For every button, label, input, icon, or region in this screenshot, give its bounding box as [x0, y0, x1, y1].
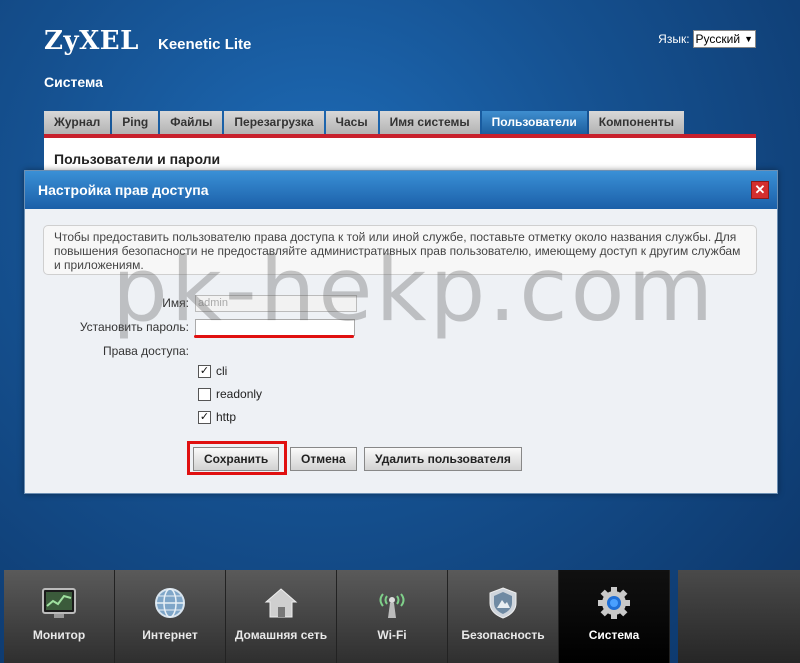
permission-row-readonly: readonly	[198, 387, 262, 401]
section-title: Система	[44, 74, 103, 90]
readonly-checkbox[interactable]	[198, 387, 211, 401]
dialog-title: Настройка прав доступа	[38, 182, 209, 198]
nav-wifi[interactable]: Wi-Fi	[337, 570, 448, 663]
globe-icon	[155, 588, 185, 618]
home-icon	[264, 588, 298, 618]
monitor-icon	[42, 588, 76, 618]
nav-monitor[interactable]: Монитор	[4, 570, 115, 663]
nav-system-label: Система	[588, 628, 640, 642]
language-switcher: Язык: Русский ▼	[658, 30, 756, 48]
delete-user-button[interactable]: Удалить пользователя	[364, 447, 522, 471]
shield-icon	[489, 587, 517, 619]
permission-row-http: ✓ http	[198, 410, 236, 424]
tab-log[interactable]: Журнал	[44, 111, 111, 134]
nav-system[interactable]: Система	[559, 570, 670, 663]
gear-icon	[598, 587, 630, 619]
username-field[interactable]: admin	[195, 295, 357, 312]
info-message: Чтобы предоставить пользователю права до…	[43, 225, 757, 275]
name-label: Имя:	[162, 296, 189, 310]
language-label: Язык:	[658, 32, 690, 46]
close-icon[interactable]: ✕	[751, 181, 769, 199]
tab-ping[interactable]: Ping	[112, 111, 159, 134]
nav-wifi-label: Wi-Fi	[377, 628, 407, 642]
access-rights-dialog: Настройка прав доступа ✕ Чтобы предостав…	[24, 170, 778, 494]
nav-empty-area	[678, 570, 800, 663]
nav-internet-label: Интернет	[142, 628, 198, 642]
wifi-antenna-icon	[379, 593, 405, 618]
tab-users[interactable]: Пользователи	[481, 111, 587, 134]
nav-security-label: Безопасность	[461, 628, 545, 642]
nav-home-network-label: Домашняя сеть	[234, 628, 328, 642]
tab-files[interactable]: Файлы	[160, 111, 223, 134]
nav-internet[interactable]: Интернет	[115, 570, 226, 663]
cli-label: cli	[216, 364, 228, 378]
access-rights-label: Права доступа:	[102, 344, 189, 358]
zyxel-logo: ZyXEL	[44, 26, 139, 56]
permission-row-cli: ✓ cli	[198, 364, 227, 378]
chevron-down-icon: ▼	[744, 34, 753, 44]
bottom-nav: Монитор Интернет Домашняя сеть Wi-Fi Без…	[4, 570, 678, 663]
tab-reboot[interactable]: Перезагрузка	[224, 111, 324, 134]
save-button-highlight	[187, 441, 287, 475]
nav-home-network[interactable]: Домашняя сеть	[226, 570, 337, 663]
password-field[interactable]	[195, 319, 355, 336]
tab-components[interactable]: Компоненты	[588, 111, 685, 134]
model-name: Keenetic Lite	[158, 36, 252, 53]
cancel-button[interactable]: Отмена	[290, 447, 357, 471]
tab-bar: Журнал Ping Файлы Перезагрузка Часы Имя …	[44, 111, 685, 134]
password-highlight-underline	[194, 335, 354, 338]
nav-security[interactable]: Безопасность	[448, 570, 559, 663]
readonly-label: readonly	[216, 387, 263, 401]
panel-title: Пользователи и пароли	[54, 151, 221, 167]
nav-monitor-label: Монитор	[32, 628, 86, 642]
tab-clock[interactable]: Часы	[325, 111, 378, 134]
dialog-header: Настройка прав доступа ✕	[25, 171, 777, 209]
language-select[interactable]: Русский ▼	[692, 30, 756, 48]
language-selected-value: Русский	[695, 32, 741, 46]
tab-system-name[interactable]: Имя системы	[379, 111, 480, 134]
password-label: Установить пароль:	[79, 320, 189, 334]
cli-checkbox[interactable]: ✓	[198, 364, 211, 378]
http-label: http	[216, 410, 237, 424]
http-checkbox[interactable]: ✓	[198, 410, 211, 424]
